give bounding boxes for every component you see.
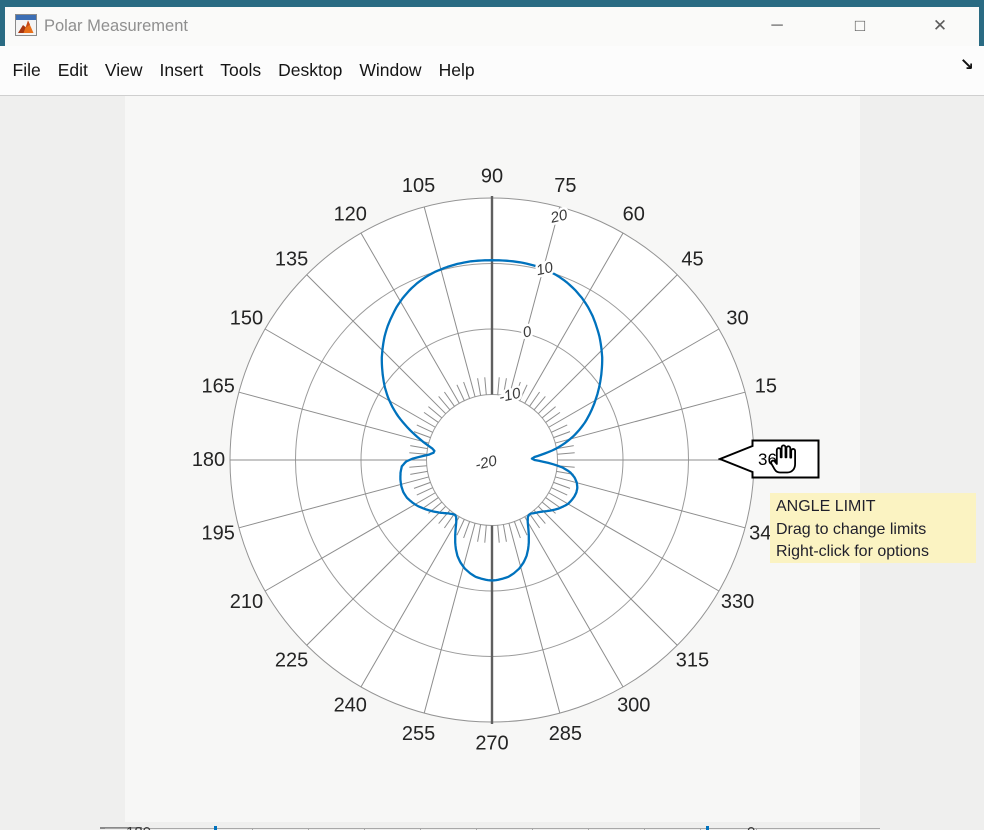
tooltip-line-1: Drag to change limits bbox=[776, 519, 976, 542]
window-border-right bbox=[979, 0, 984, 46]
menu-item-file[interactable]: File bbox=[4, 46, 49, 94]
menu-item-tools[interactable]: Tools bbox=[212, 46, 270, 94]
menu-item-edit[interactable]: Edit bbox=[49, 46, 96, 94]
menu-item-view[interactable]: View bbox=[96, 46, 151, 94]
tooltip-title: ANGLE LIMIT bbox=[776, 496, 976, 519]
close-button[interactable]: ✕ bbox=[909, 7, 971, 46]
maximize-button[interactable]: □ bbox=[829, 7, 891, 46]
tooltip-line-2: Right-click for options bbox=[776, 541, 976, 563]
menu-item-insert[interactable]: Insert bbox=[151, 46, 212, 94]
window-title: Polar Measurement bbox=[44, 7, 188, 46]
menubar: FileEditViewInsertToolsDesktopWindowHelp… bbox=[0, 46, 984, 96]
clipped-bottom-axes: 180 0 bbox=[0, 822, 984, 830]
dock-figure-icon[interactable]: ↘ bbox=[960, 55, 974, 75]
minimize-button[interactable]: ─ bbox=[746, 7, 808, 46]
menu-item-help[interactable]: Help bbox=[430, 46, 483, 94]
angle-limit-cursor[interactable]: 360 bbox=[718, 437, 820, 481]
clipped-angle-label: 180 bbox=[126, 824, 151, 830]
clipped-blue-mark bbox=[214, 826, 217, 830]
matlab-icon bbox=[15, 14, 37, 36]
window-border-left bbox=[0, 0, 5, 46]
menu-item-desktop[interactable]: Desktop bbox=[270, 46, 351, 94]
angle-limit-tooltip: ANGLE LIMIT Drag to change limits Right-… bbox=[770, 493, 976, 563]
window-border-top bbox=[0, 0, 984, 7]
clipped-axis-line bbox=[105, 828, 880, 829]
menu-items: FileEditViewInsertToolsDesktopWindowHelp bbox=[4, 46, 483, 95]
clipped-angle-label: 0 bbox=[747, 824, 755, 830]
figure-window: { "window": { "title": "Polar Measuremen… bbox=[0, 0, 984, 830]
menu-item-window[interactable]: Window bbox=[351, 46, 430, 94]
figure-canvas: 0153045607590105120135150165180195210225… bbox=[0, 96, 984, 830]
clipped-blue-mark bbox=[706, 826, 709, 830]
window-titlebar[interactable]: Polar Measurement ─ □ ✕ bbox=[5, 7, 979, 46]
